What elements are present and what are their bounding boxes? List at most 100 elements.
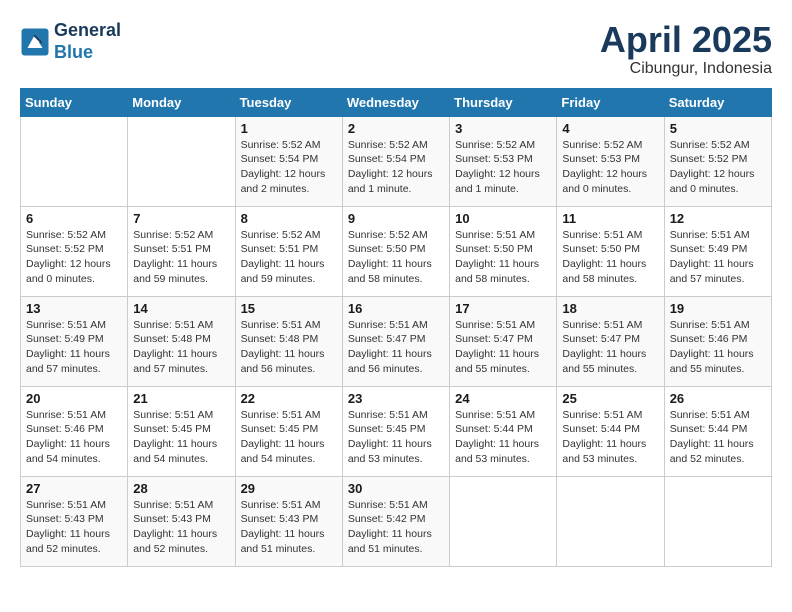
logo-icon: [20, 27, 50, 57]
calendar-cell: [21, 116, 128, 206]
calendar-cell: 18 Sunrise: 5:51 AM Sunset: 5:47 PM Dayli…: [557, 296, 664, 386]
calendar-cell: 3Sunrise: 5:52 AM Sunset: 5:53 PM Daylig…: [450, 116, 557, 206]
week-row-1: 1 Sunrise: 5:52 AM Sunset: 5:54 PM Daylig…: [21, 116, 772, 206]
calendar-cell: 22Sunrise: 5:51 AM Sunset: 5:45 PM Dayli…: [235, 386, 342, 476]
calendar-cell: 12 Sunrise: 5:51 AM Sunset: 5:49 PM Dayli…: [664, 206, 771, 296]
cell-details: Sunrise: 5:51 AM Sunset: 5:45 PM Dayligh…: [133, 408, 229, 467]
cell-details: Sunrise: 5:51 AM Sunset: 5:45 PM Dayligh…: [348, 408, 444, 467]
cell-details: Sunrise: 5:51 AM Sunset: 5:49 PM Dayligh…: [670, 228, 766, 287]
day-number: 24: [455, 391, 551, 406]
cell-details: Sunrise: 5:52 AM Sunset: 5:51 PM Dayligh…: [133, 228, 229, 287]
calendar-cell: 14 Sunrise: 5:51 AM Sunset: 5:48 PM Dayli…: [128, 296, 235, 386]
calendar-cell: 15Sunrise: 5:51 AM Sunset: 5:48 PM Dayli…: [235, 296, 342, 386]
calendar-cell: 1 Sunrise: 5:52 AM Sunset: 5:54 PM Daylig…: [235, 116, 342, 206]
week-row-2: 6 Sunrise: 5:52 AM Sunset: 5:52 PM Daylig…: [21, 206, 772, 296]
calendar-cell: 21 Sunrise: 5:51 AM Sunset: 5:45 PM Dayli…: [128, 386, 235, 476]
day-number: 16: [348, 301, 444, 316]
calendar-cell: 23 Sunrise: 5:51 AM Sunset: 5:45 PM Dayli…: [342, 386, 449, 476]
cell-details: Sunrise: 5:51 AM Sunset: 5:47 PM Dayligh…: [348, 318, 444, 377]
day-number: 27: [26, 481, 122, 496]
cell-details: Sunrise: 5:51 AM Sunset: 5:50 PM Dayligh…: [562, 228, 658, 287]
calendar-cell: 17Sunrise: 5:51 AM Sunset: 5:47 PM Dayli…: [450, 296, 557, 386]
calendar-cell: [557, 476, 664, 566]
week-row-3: 13Sunrise: 5:51 AM Sunset: 5:49 PM Dayli…: [21, 296, 772, 386]
cell-details: Sunrise: 5:51 AM Sunset: 5:47 PM Dayligh…: [455, 318, 551, 377]
cell-details: Sunrise: 5:52 AM Sunset: 5:54 PM Dayligh…: [241, 138, 337, 197]
day-number: 2: [348, 121, 444, 136]
cell-details: Sunrise: 5:52 AM Sunset: 5:51 PM Dayligh…: [241, 228, 337, 287]
calendar-table: SundayMondayTuesdayWednesdayThursdayFrid…: [20, 88, 772, 567]
cell-details: Sunrise: 5:51 AM Sunset: 5:47 PM Dayligh…: [562, 318, 658, 377]
calendar-cell: [128, 116, 235, 206]
weekday-tuesday: Tuesday: [235, 88, 342, 116]
weekday-wednesday: Wednesday: [342, 88, 449, 116]
cell-details: Sunrise: 5:51 AM Sunset: 5:48 PM Dayligh…: [133, 318, 229, 377]
day-number: 18: [562, 301, 658, 316]
day-number: 1: [241, 121, 337, 136]
logo: General Blue: [20, 20, 121, 63]
cell-details: Sunrise: 5:51 AM Sunset: 5:46 PM Dayligh…: [26, 408, 122, 467]
weekday-friday: Friday: [557, 88, 664, 116]
day-number: 19: [670, 301, 766, 316]
calendar-body: 1 Sunrise: 5:52 AM Sunset: 5:54 PM Daylig…: [21, 116, 772, 566]
day-number: 21: [133, 391, 229, 406]
cell-details: Sunrise: 5:51 AM Sunset: 5:44 PM Dayligh…: [562, 408, 658, 467]
week-row-4: 20Sunrise: 5:51 AM Sunset: 5:46 PM Dayli…: [21, 386, 772, 476]
calendar-cell: 10 Sunrise: 5:51 AM Sunset: 5:50 PM Dayli…: [450, 206, 557, 296]
calendar-cell: 9 Sunrise: 5:52 AM Sunset: 5:50 PM Daylig…: [342, 206, 449, 296]
calendar-cell: 5 Sunrise: 5:52 AM Sunset: 5:52 PM Daylig…: [664, 116, 771, 206]
calendar-cell: 11 Sunrise: 5:51 AM Sunset: 5:50 PM Dayli…: [557, 206, 664, 296]
day-number: 13: [26, 301, 122, 316]
calendar-cell: [450, 476, 557, 566]
calendar-cell: 27 Sunrise: 5:51 AM Sunset: 5:43 PM Dayli…: [21, 476, 128, 566]
day-number: 28: [133, 481, 229, 496]
day-number: 10: [455, 211, 551, 226]
day-number: 8: [241, 211, 337, 226]
logo-text: General Blue: [54, 20, 121, 63]
calendar-cell: 19 Sunrise: 5:51 AM Sunset: 5:46 PM Dayli…: [664, 296, 771, 386]
week-row-5: 27 Sunrise: 5:51 AM Sunset: 5:43 PM Dayli…: [21, 476, 772, 566]
cell-details: Sunrise: 5:51 AM Sunset: 5:44 PM Dayligh…: [670, 408, 766, 467]
day-number: 9: [348, 211, 444, 226]
weekday-saturday: Saturday: [664, 88, 771, 116]
cell-details: Sunrise: 5:51 AM Sunset: 5:46 PM Dayligh…: [670, 318, 766, 377]
cell-details: Sunrise: 5:51 AM Sunset: 5:43 PM Dayligh…: [241, 498, 337, 557]
day-number: 23: [348, 391, 444, 406]
day-number: 4: [562, 121, 658, 136]
weekday-sunday: Sunday: [21, 88, 128, 116]
cell-details: Sunrise: 5:51 AM Sunset: 5:42 PM Dayligh…: [348, 498, 444, 557]
calendar-cell: 20Sunrise: 5:51 AM Sunset: 5:46 PM Dayli…: [21, 386, 128, 476]
calendar-cell: 6 Sunrise: 5:52 AM Sunset: 5:52 PM Daylig…: [21, 206, 128, 296]
calendar-cell: [664, 476, 771, 566]
day-number: 29: [241, 481, 337, 496]
day-number: 25: [562, 391, 658, 406]
month-title: April 2025: [600, 20, 772, 60]
weekday-thursday: Thursday: [450, 88, 557, 116]
title-block: April 2025 Cibungur, Indonesia: [600, 20, 772, 78]
day-number: 12: [670, 211, 766, 226]
cell-details: Sunrise: 5:52 AM Sunset: 5:53 PM Dayligh…: [455, 138, 551, 197]
day-number: 7: [133, 211, 229, 226]
calendar-cell: 26 Sunrise: 5:51 AM Sunset: 5:44 PM Dayli…: [664, 386, 771, 476]
calendar-cell: 28Sunrise: 5:51 AM Sunset: 5:43 PM Dayli…: [128, 476, 235, 566]
cell-details: Sunrise: 5:51 AM Sunset: 5:48 PM Dayligh…: [241, 318, 337, 377]
cell-details: Sunrise: 5:52 AM Sunset: 5:53 PM Dayligh…: [562, 138, 658, 197]
day-number: 11: [562, 211, 658, 226]
cell-details: Sunrise: 5:52 AM Sunset: 5:50 PM Dayligh…: [348, 228, 444, 287]
cell-details: Sunrise: 5:51 AM Sunset: 5:43 PM Dayligh…: [26, 498, 122, 557]
logo-line2: Blue: [54, 42, 93, 62]
weekday-monday: Monday: [128, 88, 235, 116]
calendar-cell: 25 Sunrise: 5:51 AM Sunset: 5:44 PM Dayli…: [557, 386, 664, 476]
cell-details: Sunrise: 5:51 AM Sunset: 5:44 PM Dayligh…: [455, 408, 551, 467]
day-number: 26: [670, 391, 766, 406]
calendar-cell: 13Sunrise: 5:51 AM Sunset: 5:49 PM Dayli…: [21, 296, 128, 386]
cell-details: Sunrise: 5:52 AM Sunset: 5:52 PM Dayligh…: [26, 228, 122, 287]
cell-details: Sunrise: 5:51 AM Sunset: 5:50 PM Dayligh…: [455, 228, 551, 287]
cell-details: Sunrise: 5:52 AM Sunset: 5:54 PM Dayligh…: [348, 138, 444, 197]
day-number: 5: [670, 121, 766, 136]
day-number: 6: [26, 211, 122, 226]
cell-details: Sunrise: 5:52 AM Sunset: 5:52 PM Dayligh…: [670, 138, 766, 197]
day-number: 14: [133, 301, 229, 316]
calendar-cell: 16 Sunrise: 5:51 AM Sunset: 5:47 PM Dayli…: [342, 296, 449, 386]
calendar-cell: 29 Sunrise: 5:51 AM Sunset: 5:43 PM Dayli…: [235, 476, 342, 566]
